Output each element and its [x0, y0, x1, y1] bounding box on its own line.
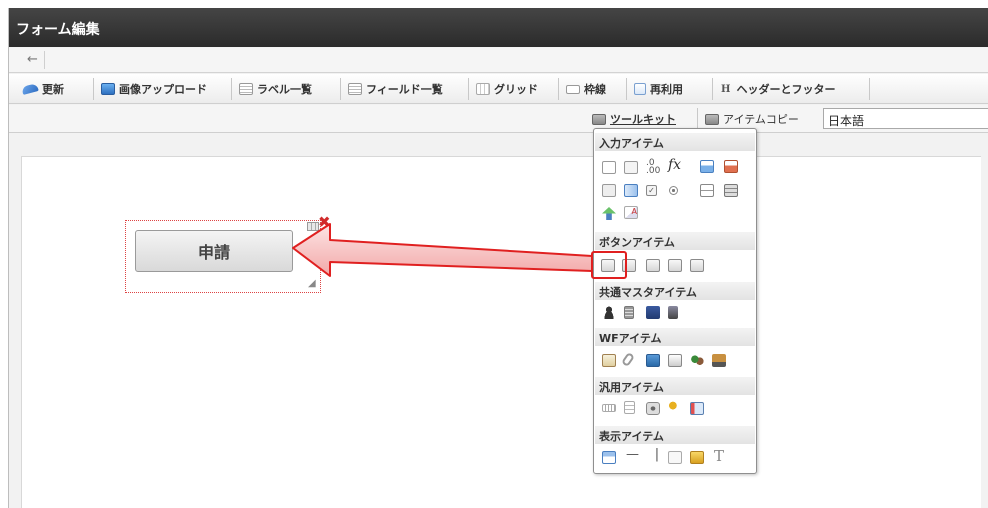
category-display[interactable]: 表示アイテム	[595, 426, 755, 444]
datetime-icon[interactable]	[724, 160, 738, 173]
upload-icon[interactable]	[602, 207, 616, 220]
main-toolbar: 更新 画像アップロード ラベル一覧 フィールド一覧 グリッド 枠線 再利用 H …	[9, 74, 988, 104]
refresh-icon	[21, 83, 39, 95]
frame-icon[interactable]	[668, 451, 682, 464]
image-upload-button[interactable]: 画像アップロード	[101, 79, 207, 99]
toggle-icon[interactable]	[700, 184, 714, 197]
reuse-label: 再利用	[650, 83, 683, 96]
item-copy-label: アイテムコピー	[723, 113, 799, 126]
camera-icon[interactable]	[646, 402, 660, 415]
toolbar-divider	[231, 78, 232, 100]
form-canvas[interactable]	[21, 156, 981, 508]
grid-icon	[476, 83, 490, 95]
date-icon[interactable]	[700, 160, 714, 173]
border-icon	[566, 84, 580, 94]
item-palette: 入力アイテム .0.00 fx ✓ A ボタンアイテム 共通マスタアイテム WF…	[593, 128, 757, 474]
text-style-icon[interactable]: A	[624, 206, 638, 219]
formula-icon[interactable]: fx	[668, 157, 682, 173]
select-icon[interactable]	[602, 184, 616, 197]
grid-label: グリッド	[494, 83, 538, 96]
user-icon[interactable]	[602, 306, 616, 319]
image-upload-label: 画像アップロード	[119, 83, 207, 96]
secondary-toolbar: ツールキット アイテムコピー 日本語	[9, 105, 988, 133]
header-footer-icon: H	[721, 83, 731, 95]
language-select[interactable]: 日本語	[823, 108, 988, 129]
organization-icon[interactable]	[624, 306, 634, 319]
toolkit-label: ツールキット	[610, 113, 676, 126]
header-footer-button[interactable]: H ヘッダーとフッター	[721, 79, 835, 99]
button-back-icon[interactable]	[646, 259, 660, 272]
radio-icon[interactable]	[669, 186, 678, 195]
reuse-button[interactable]: 再利用	[634, 79, 683, 99]
apply-button[interactable]: 申請	[135, 230, 293, 272]
toolbar-divider	[340, 78, 341, 100]
category-button[interactable]: ボタンアイテム	[595, 232, 755, 250]
textbox-label-icon[interactable]	[624, 161, 638, 174]
item-copy-button[interactable]: アイテムコピー	[705, 109, 799, 129]
image-upload-icon	[101, 83, 115, 95]
clipboard-icon[interactable]	[602, 354, 616, 367]
button-forward-icon[interactable]	[690, 259, 704, 272]
category-input[interactable]: 入力アイテム	[595, 133, 755, 151]
header-footer-label: ヘッダーとフッター	[736, 83, 836, 96]
note-icon[interactable]	[624, 401, 635, 414]
ruler-icon[interactable]	[602, 404, 616, 412]
table-icon[interactable]	[724, 184, 738, 197]
resize-handle-icon[interactable]: ◢	[308, 278, 316, 289]
button-return-icon[interactable]	[668, 259, 682, 272]
toolbox-icon	[592, 113, 606, 125]
label-list-icon	[239, 83, 253, 95]
list-icon[interactable]	[624, 184, 638, 197]
border-button[interactable]: 枠線	[566, 79, 606, 99]
category-common-master[interactable]: 共通マスタアイテム	[595, 282, 755, 300]
attachment-icon[interactable]	[620, 351, 636, 368]
reuse-icon	[634, 83, 646, 95]
toolbar-divider	[697, 108, 698, 130]
key-icon[interactable]	[668, 401, 682, 414]
document-icon[interactable]	[668, 354, 682, 367]
field-list-icon	[348, 83, 362, 95]
nav-bar: ←	[9, 48, 988, 73]
window-title: フォーム編集	[9, 8, 988, 47]
refresh-label: 更新	[42, 83, 64, 96]
field-list-label: フィールド一覧	[366, 83, 443, 96]
toolbar-divider	[93, 78, 94, 100]
label-list-button[interactable]: ラベル一覧	[239, 79, 312, 99]
text-icon[interactable]: T	[714, 447, 728, 465]
refresh-button[interactable]: 更新	[21, 79, 64, 99]
stamp-icon[interactable]	[712, 354, 726, 367]
checkbox-icon[interactable]: ✓	[646, 185, 657, 196]
toolkit-button[interactable]: ツールキット	[592, 109, 676, 129]
border-label: 枠線	[584, 83, 606, 96]
toolbar-divider	[626, 78, 627, 100]
vline-icon[interactable]: |	[650, 447, 664, 462]
people-icon[interactable]	[690, 354, 704, 367]
toolbar-divider	[712, 78, 713, 100]
category-wf[interactable]: WFアイテム	[595, 328, 755, 346]
label-list-label: ラベル一覧	[257, 83, 312, 96]
picture-icon[interactable]	[690, 451, 704, 464]
back-arrow-icon[interactable]: ←	[21, 51, 45, 69]
category-general[interactable]: 汎用アイテム	[595, 377, 755, 395]
hline-icon[interactable]: —	[626, 447, 640, 462]
highlight-box	[591, 251, 627, 279]
field-list-button[interactable]: フィールド一覧	[348, 79, 443, 99]
group-icon[interactable]	[646, 306, 660, 319]
grid-button[interactable]: グリッド	[476, 79, 538, 99]
toolbar-divider	[468, 78, 469, 100]
label-display-icon[interactable]	[602, 451, 616, 464]
role-icon[interactable]	[668, 306, 678, 319]
card-icon[interactable]	[690, 402, 704, 415]
toolbox-icon	[705, 113, 719, 125]
delete-icon[interactable]: ✖	[318, 215, 331, 230]
toolbar-divider	[869, 78, 870, 100]
textbox-icon[interactable]	[602, 161, 616, 174]
toolbar-divider	[558, 78, 559, 100]
image-icon[interactable]	[646, 354, 660, 367]
number-icon[interactable]: .0.00	[646, 159, 660, 176]
